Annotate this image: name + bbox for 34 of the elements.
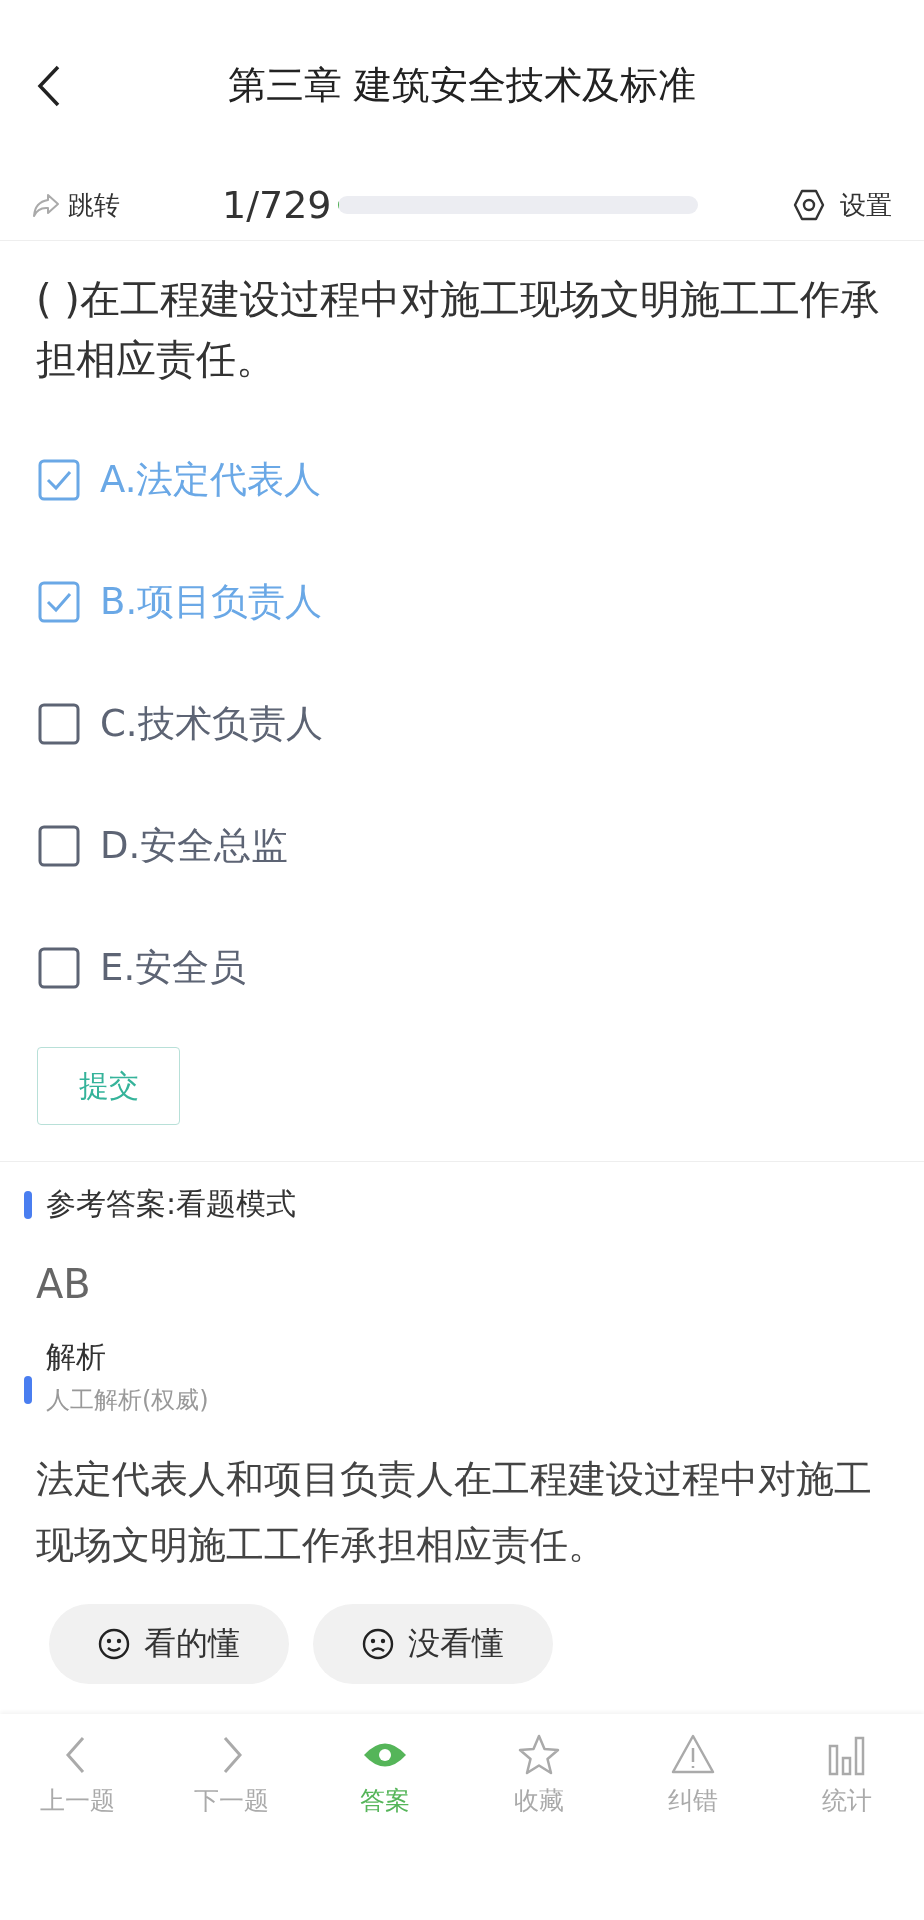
submit-button[interactable]: 提交 (37, 1047, 180, 1125)
section-heading: 解析 (46, 1338, 107, 1376)
option-label[interactable]: B.项目负责人 (100, 577, 323, 627)
settings-link[interactable]: 设置 (840, 187, 892, 223)
tab-item[interactable]: 上一题 (0, 1732, 154, 1817)
sad-face-icon (362, 1628, 394, 1660)
progress-count: 1/729 (222, 183, 332, 227)
smiley-icon (98, 1628, 130, 1660)
feedback-button[interactable]: 没看懂 (313, 1604, 553, 1684)
option-label[interactable]: C.技术负责人 (100, 699, 323, 749)
checkbox[interactable] (38, 947, 80, 989)
feedback-button[interactable]: 看的懂 (49, 1604, 289, 1684)
answer-value: AB (35, 1260, 92, 1307)
section-heading: 参考答案:看题模式 (46, 1185, 297, 1223)
section-subtitle: 人工解析(权威) (46, 1385, 209, 1416)
option-label[interactable]: D.安全总监 (100, 821, 289, 871)
section-marker (24, 1190, 32, 1219)
tab-item[interactable]: 下一题 (154, 1732, 308, 1817)
option-label[interactable]: E.安全员 (100, 943, 247, 993)
analysis-text: 法定代表人和项目负责人在工程建设过程中对施工现场文明施工工作承担相应责任。 (35, 1456, 873, 1569)
tab-item[interactable]: 收藏 (462, 1732, 616, 1817)
checkbox[interactable] (38, 825, 80, 867)
settings-icon[interactable] (792, 188, 826, 222)
tab-item[interactable]: 统计 (770, 1732, 924, 1817)
checkbox[interactable] (38, 703, 80, 745)
jump-link[interactable]: 跳转 (68, 187, 120, 223)
tab-item[interactable]: 答案 (308, 1732, 462, 1817)
checked-checkbox[interactable] (38, 459, 80, 501)
checked-checkbox[interactable] (38, 581, 80, 623)
question-text: ( )在工程建设过程中对施工现场文明施工工作承担相应责任。 (35, 275, 881, 384)
tab-item[interactable]: 纠错 (616, 1732, 770, 1817)
section-marker (24, 1376, 32, 1404)
option-label[interactable]: A.法定代表人 (100, 455, 322, 505)
page-title: 第三章 建筑安全技术及标准 (227, 61, 697, 109)
